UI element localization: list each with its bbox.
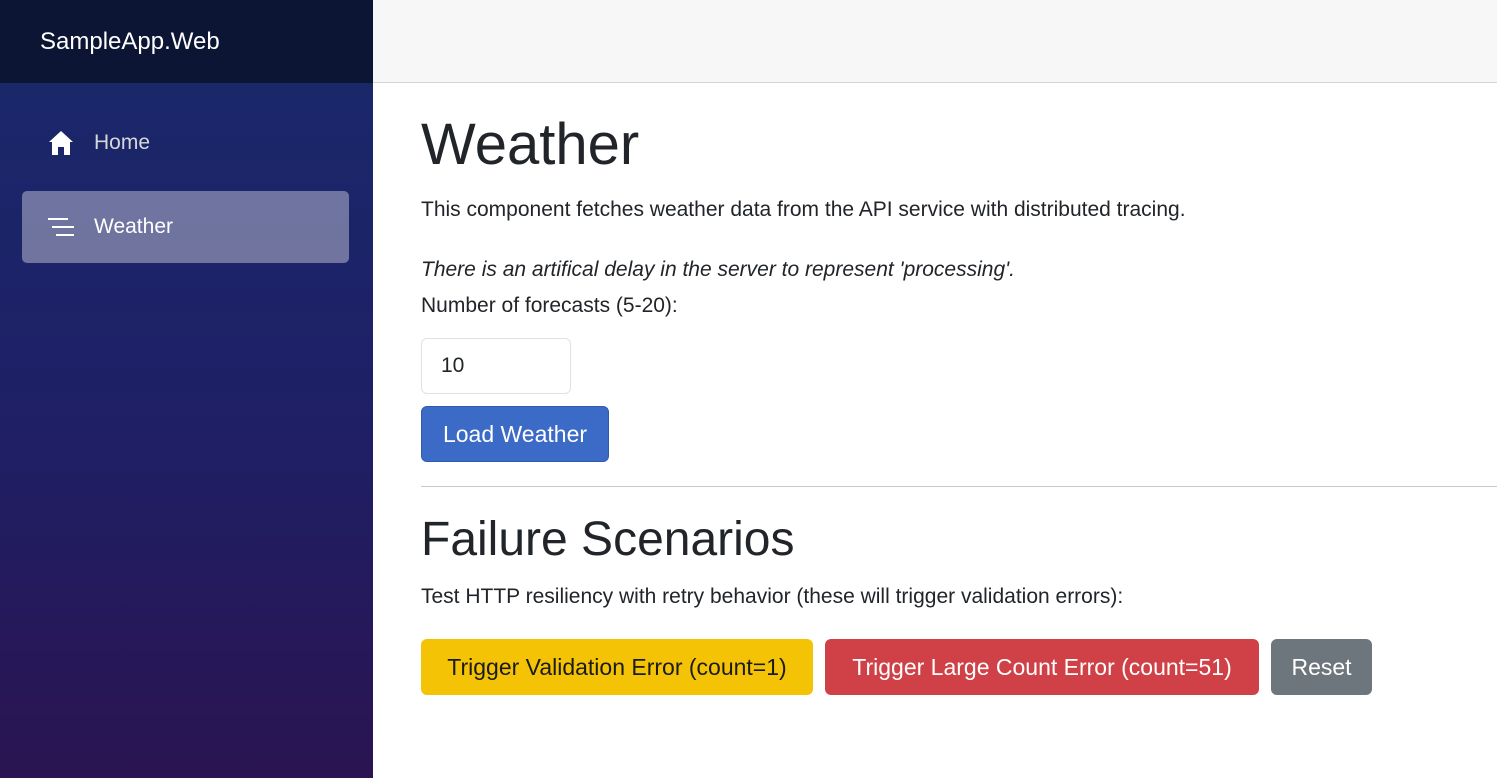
page-title: Weather [421, 112, 640, 177]
load-weather-button[interactable]: Load Weather [421, 406, 609, 462]
list-lines-icon [46, 212, 76, 242]
trigger-validation-error-button[interactable]: Trigger Validation Error (count=1) [421, 639, 813, 695]
sidebar-item-home[interactable]: Home [22, 107, 349, 179]
failure-button-row: Trigger Validation Error (count=1) Trigg… [421, 639, 1497, 695]
sidebar-item-label: Weather [94, 215, 173, 238]
sidebar-nav: Home Weather [0, 83, 373, 263]
reset-button[interactable]: Reset [1271, 639, 1372, 695]
section-divider [421, 486, 1497, 487]
top-bar [373, 0, 1497, 83]
failure-description: Test HTTP resiliency with retry behavior… [421, 585, 1124, 608]
page-description: This component fetches weather data from… [421, 198, 1186, 221]
forecast-count-input[interactable] [421, 338, 571, 394]
delay-note: There is an artifical delay in the serve… [421, 258, 1015, 281]
sidebar-item-weather[interactable]: Weather [22, 191, 349, 263]
home-icon [46, 128, 76, 158]
sidebar-item-label: Home [94, 131, 151, 154]
trigger-large-count-error-button[interactable]: Trigger Large Count Error (count=51) [825, 639, 1259, 695]
brand-link[interactable]: SampleApp.Web [40, 28, 220, 56]
main-content: Weather This component fetches weather d… [421, 110, 1497, 695]
brand-bar: SampleApp.Web [0, 0, 373, 83]
sidebar: SampleApp.Web Home Weather [0, 0, 373, 778]
forecast-count-label: Number of forecasts (5-20): [421, 294, 678, 317]
failure-scenarios-title: Failure Scenarios [421, 513, 795, 566]
